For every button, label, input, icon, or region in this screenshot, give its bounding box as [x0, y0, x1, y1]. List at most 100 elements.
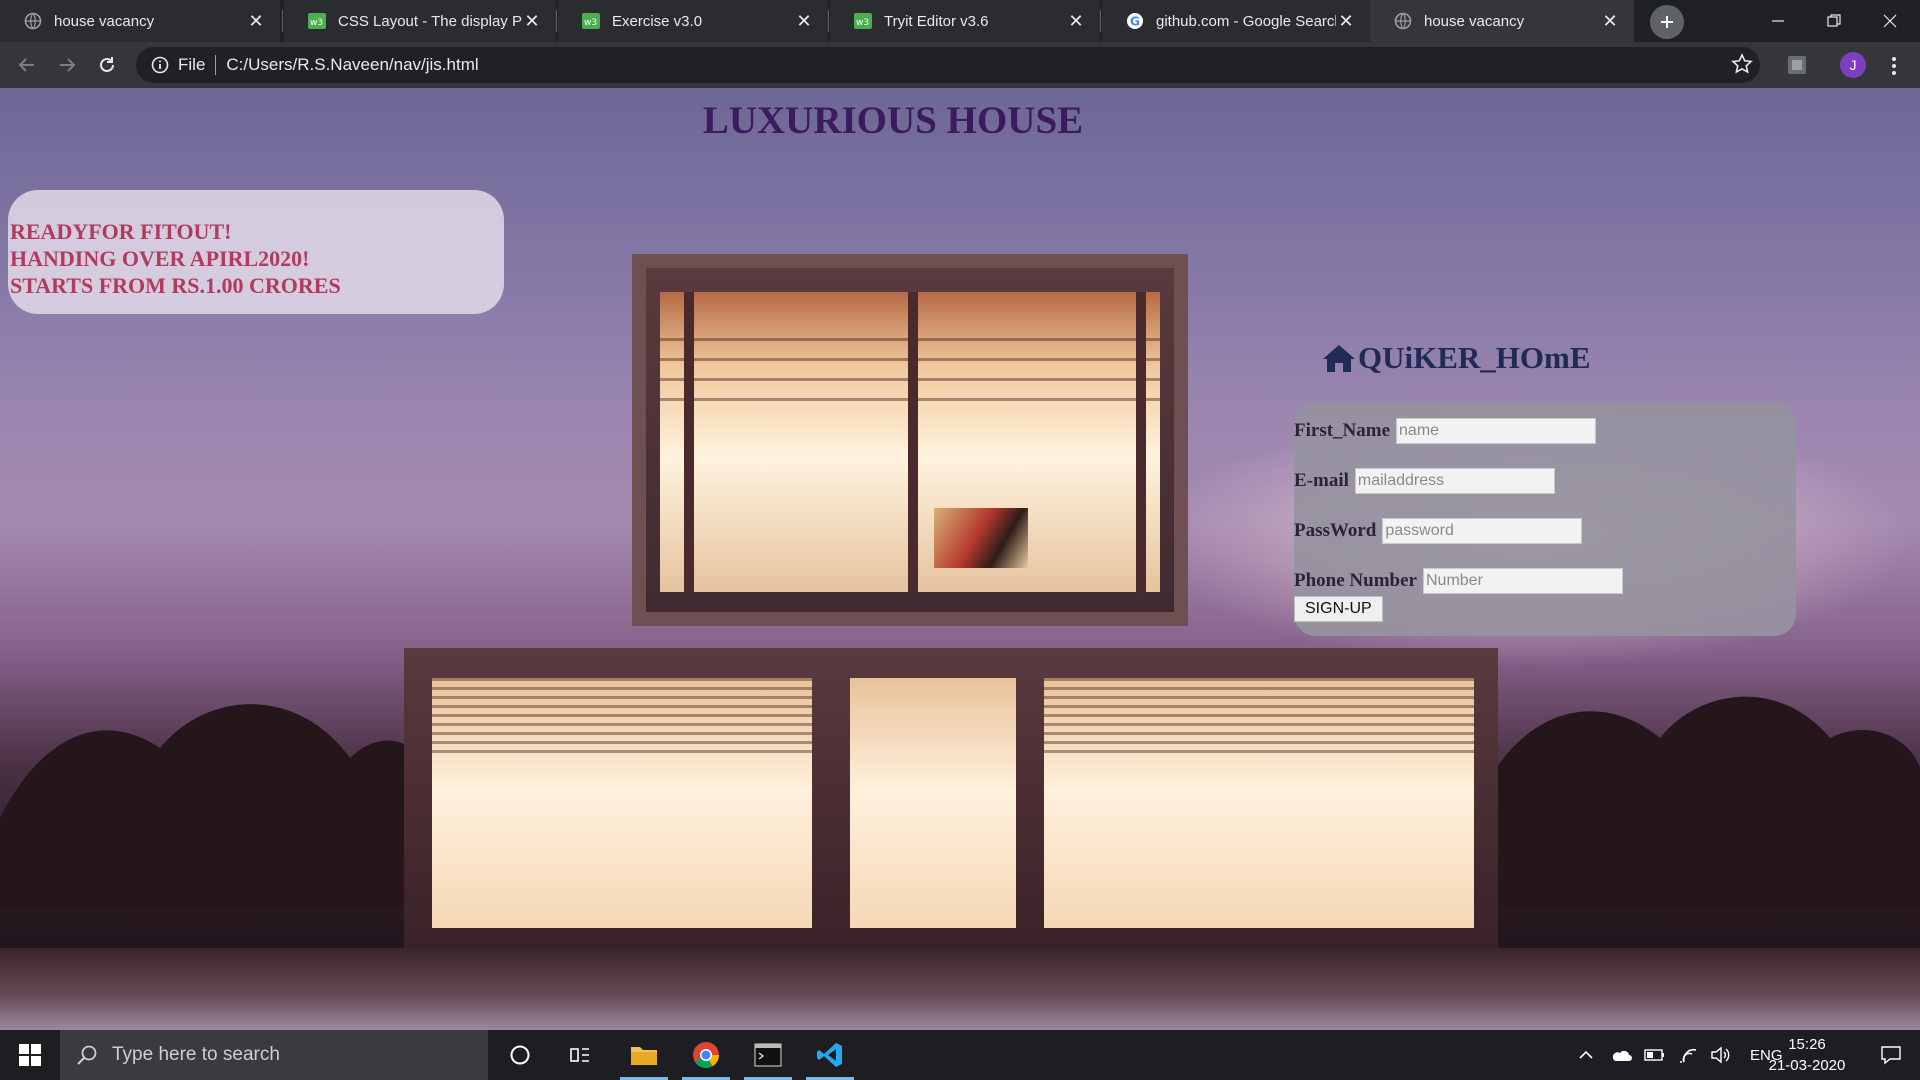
restore-button[interactable]	[1806, 0, 1862, 42]
tab-title: Tryit Editor v3.6	[884, 12, 989, 30]
chevron-up-icon[interactable]	[1578, 1047, 1594, 1063]
tab-title: house vacancy	[1424, 12, 1525, 30]
task-view-button[interactable]	[552, 1030, 608, 1080]
chrome-icon	[693, 1042, 720, 1069]
windows-logo-icon	[19, 1044, 41, 1066]
cortana-icon	[510, 1045, 530, 1065]
tab-house-vacancy-1[interactable]: house vacancy ✕	[0, 0, 280, 42]
brand-heading: QUiKER_HOmE	[1322, 340, 1591, 376]
blinds-right	[1044, 678, 1474, 758]
clock-time: 15:26	[1788, 1036, 1826, 1053]
brand-name: QUiKER_HOmE	[1358, 340, 1591, 375]
cortana-button[interactable]	[492, 1030, 548, 1080]
close-icon[interactable]: ✕	[794, 11, 814, 31]
tab-title: github.com - Google Search	[1156, 12, 1336, 30]
close-icon[interactable]: ✕	[1600, 11, 1620, 31]
bookmark-star-icon[interactable]	[1730, 52, 1754, 76]
tab-house-vacancy-active[interactable]: house vacancy ✕	[1370, 0, 1634, 42]
terminal-button[interactable]	[740, 1030, 796, 1080]
first-name-input[interactable]	[1396, 418, 1597, 444]
back-button[interactable]	[12, 50, 42, 80]
google-icon: G	[1126, 12, 1144, 30]
new-tab-button[interactable]	[1650, 5, 1684, 39]
tab-title: house vacancy	[54, 12, 155, 30]
arrow-right-icon	[60, 58, 76, 72]
minimize-icon	[1772, 20, 1784, 22]
promo-line-3: STARTS FROM RS.1.00 CRORES	[10, 273, 341, 298]
tab-divider	[282, 10, 283, 32]
blinds-left	[432, 678, 812, 758]
promo-line-1: READYFOR FITOUT!	[10, 219, 232, 244]
email-label: E-mail	[1294, 470, 1349, 491]
room-entrance	[850, 678, 1016, 928]
w3schools-icon: w3	[582, 12, 600, 30]
tab-title: CSS Layout - The display Property	[338, 12, 522, 30]
password-label: PassWord	[1294, 520, 1377, 541]
forward-button[interactable]	[52, 50, 82, 80]
w3schools-icon: w3	[308, 12, 326, 30]
svg-text:w3: w3	[310, 18, 323, 28]
close-icon[interactable]: ✕	[1336, 11, 1356, 31]
w3schools-icon: w3	[854, 12, 872, 30]
home-icon	[1323, 345, 1355, 372]
password-input[interactable]	[1382, 518, 1583, 544]
taskbar-search-box[interactable]: Type here to search	[60, 1030, 488, 1080]
mullion	[908, 292, 918, 592]
globe-icon	[1394, 12, 1412, 30]
notification-icon	[1881, 1046, 1901, 1065]
email-input[interactable]	[1354, 468, 1555, 494]
terminal-icon	[754, 1043, 782, 1067]
email-row: E-mail	[1294, 468, 1555, 494]
arrow-left-icon	[18, 58, 34, 72]
tab-divider	[828, 10, 829, 32]
file-explorer-button[interactable]	[616, 1030, 672, 1080]
search-placeholder: Type here to search	[112, 1044, 280, 1065]
phone-input[interactable]	[1422, 568, 1623, 594]
restore-icon	[1827, 14, 1841, 27]
tab-google-search[interactable]: G github.com - Google Search ✕	[1102, 0, 1370, 42]
mullion	[684, 292, 694, 592]
tab-title: Exercise v3.0	[612, 12, 703, 30]
close-icon[interactable]: ✕	[1066, 11, 1086, 31]
start-button[interactable]	[0, 1030, 60, 1080]
promo-line-2: HANDING OVER APIRL2020!	[10, 246, 310, 271]
signup-button[interactable]: SIGN-UP	[1294, 596, 1383, 622]
onedrive-icon[interactable]	[1610, 1047, 1632, 1063]
svg-text:w3: w3	[584, 18, 597, 28]
chrome-button[interactable]	[678, 1030, 734, 1080]
wall-painting	[934, 508, 1028, 568]
kebab-menu-icon[interactable]	[1884, 54, 1904, 78]
pool-deck	[0, 948, 1920, 1030]
extension-icon[interactable]	[1786, 54, 1808, 76]
folder-icon	[631, 1047, 657, 1065]
wifi-icon[interactable]	[1678, 1046, 1698, 1064]
password-row: PassWord	[1294, 518, 1583, 544]
clock[interactable]: 15:26 21-03-2020	[1752, 1034, 1862, 1076]
tab-exercise[interactable]: w3 Exercise v3.0 ✕	[558, 0, 828, 42]
address-divider	[215, 55, 217, 75]
close-icon[interactable]: ✕	[522, 11, 542, 31]
svg-text:w3: w3	[856, 18, 869, 28]
tab-css-layout[interactable]: w3 CSS Layout - The display Property ✕	[284, 0, 556, 42]
browser-tab-strip: house vacancy ✕ w3 CSS Layout - The disp…	[0, 0, 1920, 42]
house-upper-floor	[632, 254, 1188, 626]
signup-form: First_Name E-mail PassWord Phone Number …	[1294, 402, 1796, 636]
battery-icon[interactable]	[1644, 1048, 1666, 1062]
first-name-label: First_Name	[1294, 420, 1391, 441]
windows-taskbar: Type here to search ENG 15:26 21-03-2020	[0, 1030, 1920, 1080]
phone-row: Phone Number	[1294, 568, 1623, 594]
browser-toolbar: File C:/Users/R.S.Naveen/nav/jis.html J	[0, 42, 1920, 88]
tab-tryit-editor[interactable]: w3 Tryit Editor v3.6 ✕	[830, 0, 1100, 42]
speaker-icon[interactable]	[1710, 1046, 1732, 1064]
promo-box: READYFOR FITOUT! HANDING OVER APIRL2020!…	[8, 190, 504, 314]
info-icon[interactable]	[150, 55, 170, 75]
window-close-button[interactable]	[1862, 0, 1918, 42]
address-bar[interactable]: File C:/Users/R.S.Naveen/nav/jis.html	[136, 47, 1760, 83]
action-center-button[interactable]	[1862, 1030, 1920, 1080]
minimize-button[interactable]	[1750, 0, 1806, 42]
reload-button[interactable]	[92, 50, 122, 80]
system-tray: ENG	[1568, 1030, 1783, 1080]
vscode-button[interactable]	[802, 1030, 858, 1080]
profile-avatar[interactable]: J	[1840, 52, 1866, 78]
close-icon[interactable]: ✕	[246, 11, 266, 31]
